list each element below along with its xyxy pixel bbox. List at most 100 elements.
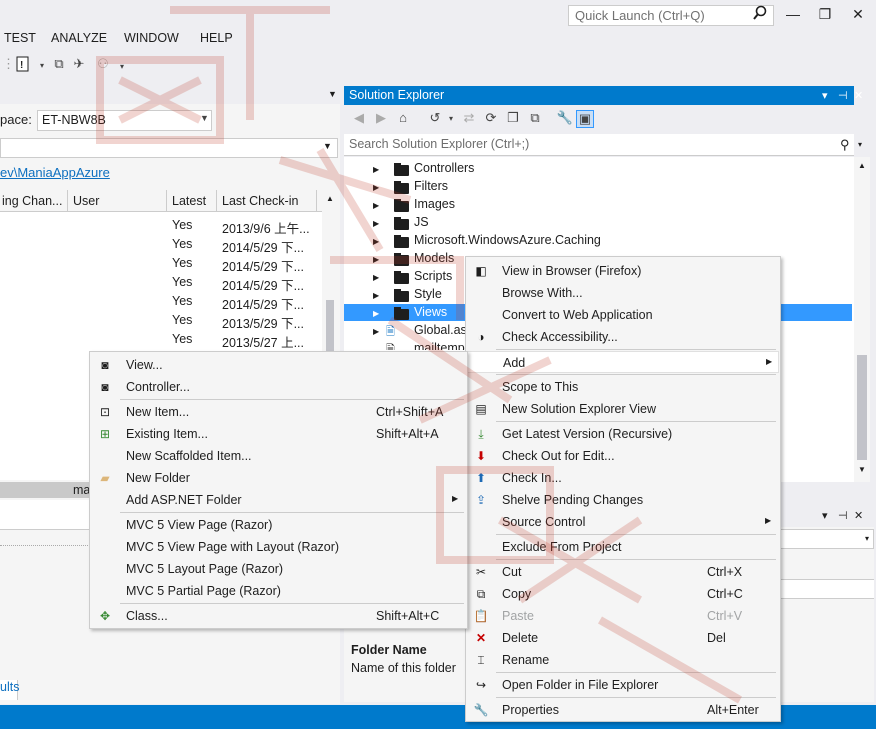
scroll-down-icon[interactable]: ▼ [858, 465, 866, 474]
table-row[interactable]: Yes 2013/5/29 下... [172, 313, 304, 331]
menu-item-check-out[interactable]: ⬇ Check Out for Edit... [467, 445, 779, 467]
chevron-down-icon[interactable]: ▾ [33, 61, 51, 79]
close-button[interactable]: ✕ [845, 4, 871, 24]
menu-analyze[interactable]: ANALYZE [51, 31, 107, 45]
path-bar[interactable] [0, 138, 338, 158]
menu-item-mvc5-partial-page[interactable]: MVC 5 Partial Page (Razor) [91, 580, 466, 602]
properties-wrench-icon[interactable]: 🔧 [556, 110, 574, 128]
column-header-latest[interactable]: Latest [172, 194, 206, 208]
search-icon[interactable] [752, 5, 770, 23]
table-row[interactable]: Yes 2013/9/6 上午... [172, 218, 310, 236]
chevron-down-icon[interactable]: ▾ [442, 114, 460, 132]
table-row[interactable]: Yes 2013/5/27 上... [172, 332, 304, 350]
menu-item-new-solution-explorer-view[interactable]: ▤ New Solution Explorer View [467, 398, 779, 420]
menu-item-delete[interactable]: ✕ Delete Del [467, 627, 779, 649]
menu-item-source-control[interactable]: Source Control ▶ [467, 511, 779, 533]
tree-item-filters[interactable]: ▶ Filters [370, 179, 570, 197]
column-header-user[interactable]: User [73, 194, 99, 208]
expand-arrow-icon[interactable]: ▶ [373, 291, 379, 300]
collapse-all-icon[interactable]: ❐ [504, 110, 522, 128]
preview-icon[interactable]: ▣ [576, 110, 594, 128]
menu-item-class[interactable]: ✥ Class... Shift+Alt+C [91, 605, 466, 627]
document-icon[interactable]: ! [14, 56, 32, 74]
menu-item-exclude[interactable]: Exclude From Project [467, 536, 779, 558]
column-header-last-checkin[interactable]: Last Check-in [222, 194, 298, 208]
menu-item-check-accessibility[interactable]: ◑ Check Accessibility... [467, 326, 779, 348]
pin-icon[interactable]: ⊣ [838, 509, 848, 522]
menu-item-properties[interactable]: 🔧 Properties Alt+Enter [467, 699, 779, 721]
menu-item-new-item[interactable]: ⊡ New Item... Ctrl+Shift+A [91, 401, 466, 423]
chevron-down-icon[interactable]: ▾ [822, 89, 828, 102]
pin-icon[interactable]: ⊣ [838, 89, 848, 102]
tree-item-mailtemp[interactable]: 🗎 mailtemp [370, 341, 470, 350]
menu-item-new-scaffolded-item[interactable]: New Scaffolded Item... [91, 445, 466, 467]
menu-item-add[interactable]: Add ▶ [467, 351, 779, 373]
table-row[interactable]: Yes 2014/5/29 下... [172, 256, 304, 274]
solution-search-input[interactable]: Search Solution Explorer (Ctrl+;) [344, 134, 854, 156]
chevron-down-icon[interactable]: ▼ [323, 141, 332, 151]
property-row[interactable] [780, 579, 874, 599]
workspace-select[interactable]: ET-NBW8B [37, 110, 212, 131]
properties-object-select[interactable]: ▾ [780, 529, 874, 549]
tree-item-global[interactable]: ▶ 🗎 Global.as [370, 323, 470, 341]
chevron-down-icon[interactable]: ▾ [113, 62, 131, 80]
tree-item-style[interactable]: ▶ Style [370, 287, 470, 305]
tree-item-caching[interactable]: ▶ Microsoft.WindowsAzure.Caching [370, 233, 630, 251]
expand-arrow-icon[interactable]: ▶ [373, 273, 379, 282]
close-icon[interactable]: ✕ [854, 509, 863, 522]
table-row[interactable]: Yes 2014/5/29 下... [172, 237, 304, 255]
scroll-up-icon[interactable]: ▲ [858, 161, 866, 170]
menu-window[interactable]: WINDOW [124, 31, 179, 45]
menu-item-shelve[interactable]: ⇪ Shelve Pending Changes [467, 489, 779, 511]
menu-item-controller[interactable]: ◙ Controller... [91, 376, 466, 398]
menu-item-mvc5-view-page[interactable]: MVC 5 View Page (Razor) [91, 514, 466, 536]
tree-item-images[interactable]: ▶ Images [370, 197, 570, 215]
scroll-thumb[interactable] [857, 355, 867, 460]
menu-item-new-folder[interactable]: ▰ New Folder [91, 467, 466, 489]
menu-item-copy[interactable]: ⧉ Copy Ctrl+C [467, 583, 779, 605]
menu-help[interactable]: HELP [200, 31, 233, 45]
tab-results[interactable]: ults [0, 680, 19, 700]
table-row[interactable]: Yes 2014/5/29 下... [172, 275, 304, 293]
tree-item-scripts[interactable]: ▶ Scripts [370, 269, 470, 287]
menu-test[interactable]: TEST [4, 31, 36, 45]
menu-item-mvc5-layout-page[interactable]: MVC 5 Layout Page (Razor) [91, 558, 466, 580]
close-icon[interactable]: ✕ [854, 89, 863, 102]
menu-item-add-aspnet-folder[interactable]: Add ASP.NET Folder ▶ [91, 489, 466, 511]
table-row[interactable]: Yes 2014/5/29 下... [172, 294, 304, 312]
attach-icon[interactable]: ⧉ [50, 56, 68, 74]
menu-item-cut[interactable]: ✂ Cut Ctrl+X [467, 561, 779, 583]
tree-item-views[interactable]: ▶ Views [370, 305, 470, 323]
restore-button[interactable]: ❐ [812, 4, 838, 24]
tree-item-js[interactable]: ▶ JS [370, 215, 570, 233]
minimize-button[interactable]: — [780, 4, 806, 24]
expand-arrow-icon[interactable]: ▶ [373, 309, 379, 318]
expand-arrow-icon[interactable]: ▶ [373, 219, 379, 228]
chevron-down-icon[interactable]: ▾ [865, 534, 869, 543]
show-all-files-icon[interactable]: ⧉ [526, 110, 544, 128]
scroll-up-icon[interactable]: ▲ [326, 194, 334, 203]
menu-item-view-in-browser[interactable]: ◧ View in Browser (Firefox) [467, 260, 779, 282]
expand-arrow-icon[interactable]: ▶ [373, 255, 379, 264]
menu-item-open-folder[interactable]: ↪ Open Folder in File Explorer [467, 674, 779, 696]
chevron-down-icon[interactable]: ▾ [822, 509, 828, 522]
menu-item-check-in[interactable]: ⬆ Check In... [467, 467, 779, 489]
menu-item-view[interactable]: ◙ View... [91, 354, 466, 376]
menu-item-get-latest[interactable]: ⤓ Get Latest Version (Recursive) [467, 423, 779, 445]
tree-item-models[interactable]: ▶ Models [370, 251, 470, 269]
pin-icon[interactable]: ✈ [70, 56, 88, 74]
menu-item-mvc5-view-page-layout[interactable]: MVC 5 View Page with Layout (Razor) [91, 536, 466, 558]
column-header-pending[interactable]: ing Chan... [2, 194, 62, 208]
quick-launch-input[interactable]: Quick Launch (Ctrl+Q) [568, 5, 774, 26]
menu-item-rename[interactable]: ⌶ Rename [467, 649, 779, 671]
menu-item-scope-to-this[interactable]: Scope to This [467, 376, 779, 398]
menu-item-browse-with[interactable]: Browse With... [467, 282, 779, 304]
chevron-down-icon[interactable]: ▾ [858, 140, 862, 149]
expand-arrow-icon[interactable]: ▶ [373, 183, 379, 192]
expand-arrow-icon[interactable]: ▶ [373, 201, 379, 210]
expand-arrow-icon[interactable]: ▶ [373, 165, 379, 174]
server-path-link[interactable]: ev\ManiaAppAzure [0, 165, 110, 180]
tree-item-controllers[interactable]: ▶ Controllers [370, 161, 570, 179]
home-icon[interactable]: ⌂ [394, 110, 412, 128]
refresh-icon[interactable]: ⟳ [482, 110, 500, 128]
